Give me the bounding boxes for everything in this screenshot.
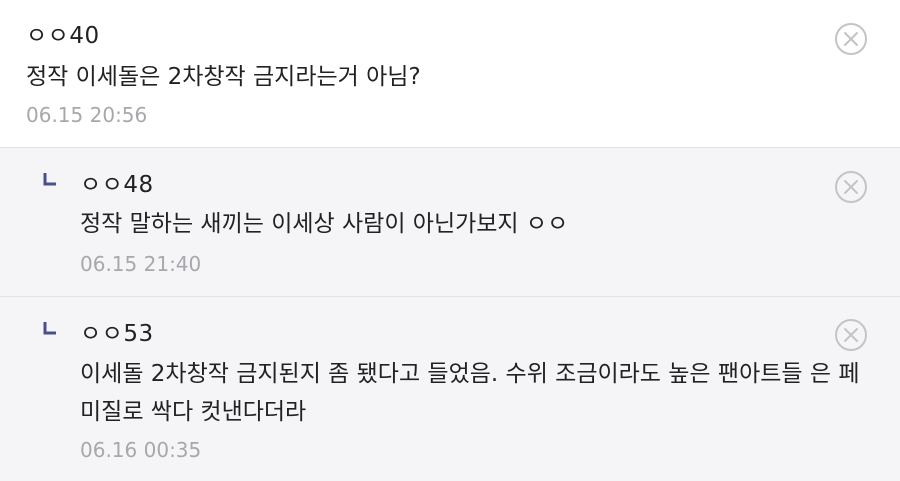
comment-author: ㅇㅇ40: [26, 23, 100, 49]
comment-timestamp: 06.15 20:56: [26, 103, 148, 127]
reply-timestamp: 06.15 21:40: [80, 252, 202, 276]
comment-item: ㅇㅇ40 정작 이세돌은 2차창작 금지라는거 아님? 06.15 20:56: [0, 0, 900, 148]
reply-text: 이세돌 2차창작 금지된지 좀 됐다고 들었음. 수위 조금이라도 높은 팬아트…: [80, 361, 860, 425]
delete-icon[interactable]: [834, 170, 868, 204]
reply-item: ㅇㅇ48 정작 말하는 새끼는 이세상 사람이 아닌가보지 ㅇㅇ 06.15 2…: [0, 148, 900, 297]
reply-author: ㅇㅇ48: [80, 172, 154, 198]
comment-list: ㅇㅇ40 정작 이세돌은 2차창작 금지라는거 아님? 06.15 20:56 …: [0, 0, 900, 481]
reply-item: ㅇㅇ53 이세돌 2차창작 금지된지 좀 됐다고 들었음. 수위 조금이라도 높…: [0, 297, 900, 481]
reply-arrow-icon: [43, 322, 56, 335]
reply-timestamp: 06.16 00:35: [80, 438, 202, 462]
reply-author: ㅇㅇ53: [80, 321, 154, 347]
reply-text: 정작 말하는 새끼는 이세상 사람이 아닌가보지 ㅇㅇ: [80, 211, 569, 237]
reply-arrow-icon: [43, 173, 56, 186]
delete-icon[interactable]: [834, 22, 868, 56]
delete-icon[interactable]: [834, 318, 868, 352]
comment-text: 정작 이세돌은 2차창작 금지라는거 아님?: [26, 64, 421, 90]
